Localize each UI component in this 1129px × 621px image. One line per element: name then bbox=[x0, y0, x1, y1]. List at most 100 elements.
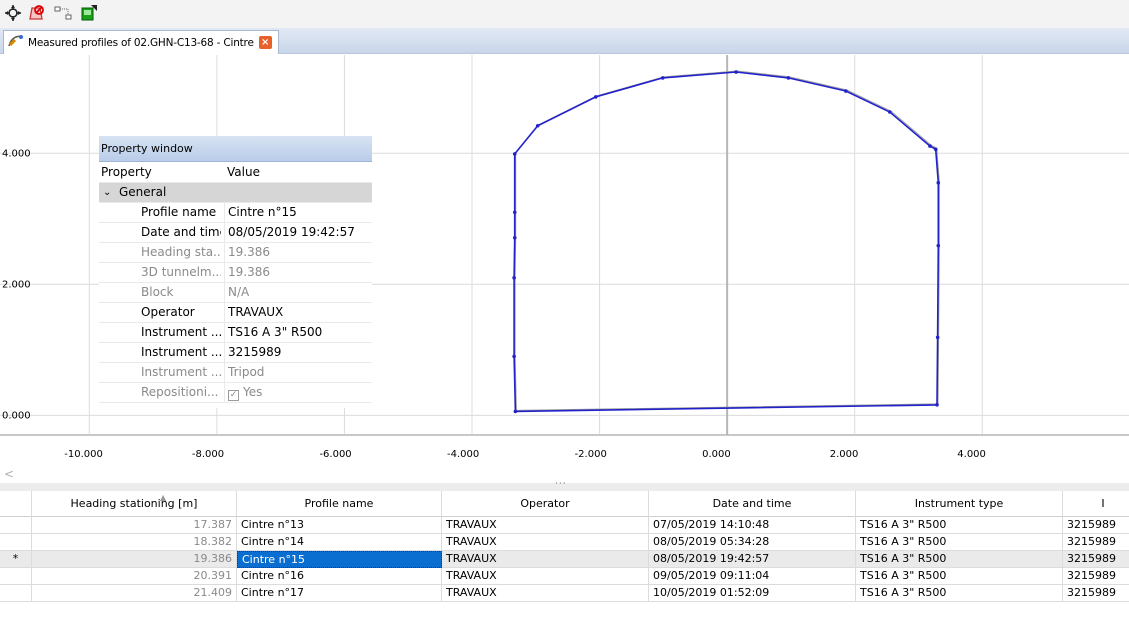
property-value[interactable]: TRAVAUX bbox=[224, 303, 372, 322]
profile-point[interactable] bbox=[888, 110, 892, 114]
property-value: N/A bbox=[224, 283, 372, 302]
row-marker[interactable]: * bbox=[0, 551, 32, 568]
cell-heading-stationing[interactable]: 21.409 bbox=[32, 585, 237, 602]
cell-operator[interactable]: TRAVAUX bbox=[442, 551, 649, 568]
profile-point[interactable] bbox=[786, 76, 791, 80]
row-selector-header bbox=[0, 491, 32, 517]
profile-point[interactable] bbox=[512, 235, 517, 240]
property-row[interactable]: Instrument ... Tripod bbox=[99, 363, 372, 383]
profile-chart[interactable]: -10.000 -8.000 -6.000 -4.000 -2.000 0.000 2.00… bbox=[0, 55, 1129, 465]
row-marker[interactable] bbox=[0, 534, 32, 551]
cell-profile-name[interactable]: Cintre n°14 bbox=[237, 534, 442, 551]
profile-point[interactable] bbox=[734, 70, 738, 74]
table-row[interactable]: 20.391 Cintre n°16 TRAVAUX 09/05/2019 09:11… bbox=[0, 568, 1129, 585]
profile-point[interactable] bbox=[935, 403, 939, 407]
profile-point[interactable] bbox=[512, 152, 517, 156]
cell-instrument-type[interactable]: TS16 A 3" R500 bbox=[856, 585, 1063, 602]
cell-profile-name[interactable]: Cintre n°13 bbox=[237, 517, 442, 534]
property-row[interactable]: Date and time 08/05/2019 19:42:57 bbox=[99, 223, 372, 243]
delete-profile-icon[interactable] bbox=[26, 2, 48, 24]
cell-date-time[interactable]: 07/05/2019 14:10:48 bbox=[649, 517, 856, 534]
property-row[interactable]: Heading sta... 19.386 bbox=[99, 243, 372, 263]
pan-crosshair-icon[interactable] bbox=[2, 2, 24, 24]
property-column-header: Property bbox=[101, 165, 152, 179]
column-header-heading[interactable]: ▲ Heading stationing [m] bbox=[32, 491, 237, 517]
profile-point[interactable] bbox=[512, 275, 516, 280]
property-value[interactable]: 08/05/2019 19:42:57 bbox=[224, 223, 372, 242]
property-row[interactable]: Instrument ... 3215989 bbox=[99, 343, 372, 363]
profile-point[interactable] bbox=[535, 123, 540, 128]
profile-point[interactable] bbox=[936, 243, 941, 248]
tab-measured-profiles[interactable]: Measured profiles of 02.GHN-C13-68 - Cin… bbox=[3, 30, 279, 54]
property-row[interactable]: Block N/A bbox=[99, 283, 372, 303]
cell-instrument-type[interactable]: TS16 A 3" R500 bbox=[856, 517, 1063, 534]
scroll-left-arrow-icon[interactable]: < bbox=[4, 467, 14, 481]
pane-splitter[interactable]: ··· bbox=[0, 479, 1129, 491]
cell-profile-name[interactable]: Cintre n°15 bbox=[237, 551, 442, 568]
profile-point[interactable] bbox=[512, 210, 517, 215]
cell-instrument-serial[interactable]: 3215989 bbox=[1063, 568, 1129, 585]
close-tab-button[interactable]: × bbox=[258, 36, 272, 49]
profile-point[interactable] bbox=[936, 180, 941, 185]
profile-point[interactable] bbox=[928, 144, 932, 148]
profile-point[interactable] bbox=[935, 335, 940, 340]
cell-operator[interactable]: TRAVAUX bbox=[442, 534, 649, 551]
property-value[interactable]: TS16 A 3" R500 bbox=[224, 323, 372, 342]
property-row[interactable]: Instrument ... TS16 A 3" R500 bbox=[99, 323, 372, 343]
cell-profile-name[interactable]: Cintre n°16 bbox=[237, 568, 442, 585]
cell-date-time[interactable]: 09/05/2019 09:11:04 bbox=[649, 568, 856, 585]
node-link-icon[interactable] bbox=[52, 2, 74, 24]
cell-operator[interactable]: TRAVAUX bbox=[442, 568, 649, 585]
property-row[interactable]: 3D tunnelm... 19.386 bbox=[99, 263, 372, 283]
profile-point[interactable] bbox=[933, 147, 938, 152]
cell-date-time[interactable]: 08/05/2019 19:42:57 bbox=[649, 551, 856, 568]
splitter-grip-icon: ··· bbox=[555, 479, 567, 489]
cell-instrument-type[interactable]: TS16 A 3" R500 bbox=[856, 534, 1063, 551]
column-header-instrument-serial[interactable]: I bbox=[1063, 491, 1129, 517]
profile-point[interactable] bbox=[512, 354, 516, 359]
cell-date-time[interactable]: 10/05/2019 01:52:09 bbox=[649, 585, 856, 602]
cell-instrument-serial[interactable]: 3215989 bbox=[1063, 534, 1129, 551]
property-row[interactable]: Repositioni... ✓ Yes bbox=[99, 383, 372, 403]
y-tick-label: 4.000 bbox=[2, 148, 31, 159]
cell-heading-stationing[interactable]: 17.387 bbox=[32, 517, 237, 534]
cell-date-time[interactable]: 08/05/2019 05:34:28 bbox=[649, 534, 856, 551]
property-name: Operator bbox=[141, 305, 195, 319]
cell-instrument-serial[interactable]: 3215989 bbox=[1063, 551, 1129, 568]
row-marker[interactable] bbox=[0, 517, 32, 534]
chevron-down-icon[interactable]: ⌄ bbox=[103, 183, 111, 202]
export-icon[interactable] bbox=[78, 2, 100, 24]
column-header-profile[interactable]: Profile name bbox=[237, 491, 442, 517]
column-header-instrument[interactable]: Instrument type bbox=[856, 491, 1063, 517]
cell-operator[interactable]: TRAVAUX bbox=[442, 585, 649, 602]
cell-instrument-type[interactable]: TS16 A 3" R500 bbox=[856, 568, 1063, 585]
row-marker[interactable] bbox=[0, 568, 32, 585]
profile-icon bbox=[8, 34, 24, 51]
table-row[interactable]: 21.409 Cintre n°17 TRAVAUX 10/05/2019 01:52… bbox=[0, 585, 1129, 602]
profile-point[interactable] bbox=[843, 89, 848, 93]
property-name: Instrument ... bbox=[141, 365, 221, 379]
property-value[interactable]: Cintre n°15 bbox=[224, 203, 372, 222]
cell-instrument-type[interactable]: TS16 A 3" R500 bbox=[856, 551, 1063, 568]
property-group-general[interactable]: ⌄ General bbox=[99, 183, 372, 203]
table-row[interactable]: * 19.386 Cintre n°15 TRAVAUX 08/05/2019 19:4… bbox=[0, 551, 1129, 568]
row-marker[interactable] bbox=[0, 585, 32, 602]
cell-heading-stationing[interactable]: 20.391 bbox=[32, 568, 237, 585]
table-row[interactable]: 18.382 Cintre n°14 TRAVAUX 08/05/2019 05:34… bbox=[0, 534, 1129, 551]
property-row[interactable]: Profile name Cintre n°15 bbox=[99, 203, 372, 223]
cell-instrument-serial[interactable]: 3215989 bbox=[1063, 585, 1129, 602]
property-value[interactable]: 3215989 bbox=[224, 343, 372, 362]
cell-heading-stationing[interactable]: 18.382 bbox=[32, 534, 237, 551]
cell-operator[interactable]: TRAVAUX bbox=[442, 517, 649, 534]
column-header-date[interactable]: Date and time bbox=[649, 491, 856, 517]
cell-instrument-serial[interactable]: 3215989 bbox=[1063, 517, 1129, 534]
profile-point[interactable] bbox=[593, 95, 598, 99]
table-row[interactable]: 17.387 Cintre n°13 TRAVAUX 07/05/2019 14:10… bbox=[0, 517, 1129, 534]
profile-point[interactable] bbox=[660, 76, 665, 80]
column-header-operator[interactable]: Operator bbox=[442, 491, 649, 517]
property-row[interactable]: Operator TRAVAUX bbox=[99, 303, 372, 323]
cell-profile-name[interactable]: Cintre n°17 bbox=[237, 585, 442, 602]
property-window[interactable]: Property window Property Value ⌄ General… bbox=[99, 136, 372, 408]
profile-point[interactable] bbox=[513, 409, 518, 414]
cell-heading-stationing[interactable]: 19.386 bbox=[32, 551, 237, 568]
